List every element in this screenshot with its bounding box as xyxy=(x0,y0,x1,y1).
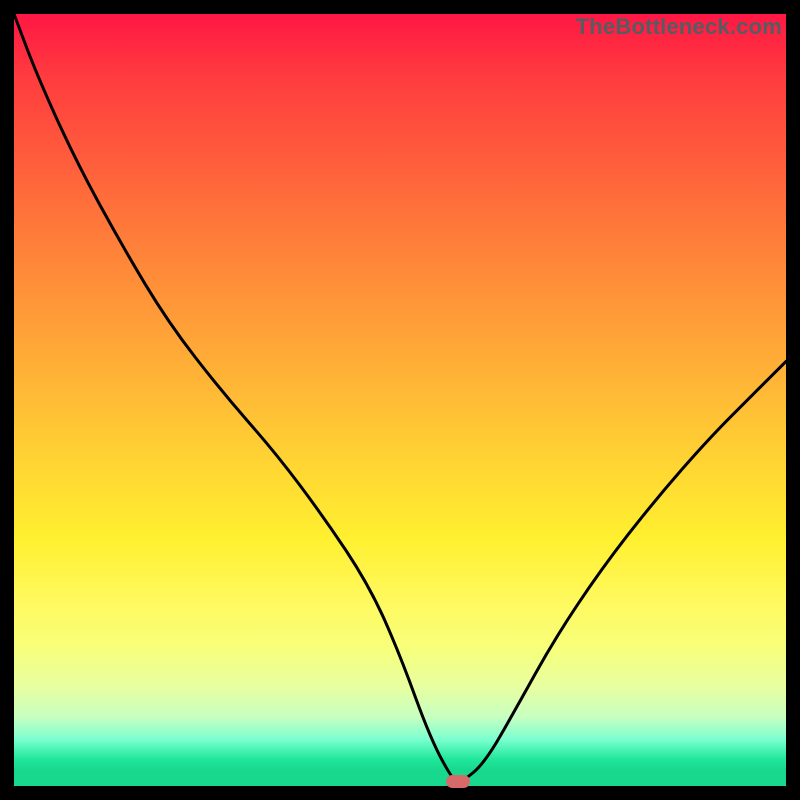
bottleneck-curve xyxy=(14,14,786,786)
plot-area: TheBottleneck.com xyxy=(14,14,786,786)
optimal-point-marker xyxy=(446,775,470,788)
chart-frame: TheBottleneck.com xyxy=(0,0,800,800)
